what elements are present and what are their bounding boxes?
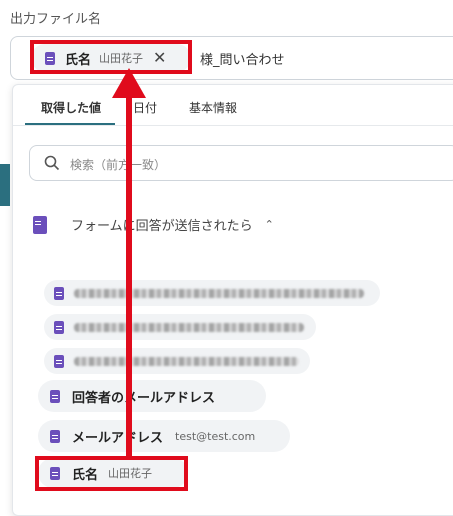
highlight-box-list-item bbox=[35, 456, 188, 491]
blurred-label bbox=[74, 356, 299, 366]
list-item-respondent-email[interactable]: 回答者のメールアドレス bbox=[38, 380, 266, 412]
highlight-box-token bbox=[30, 40, 192, 74]
tab-basic-info[interactable]: 基本情報 bbox=[189, 99, 237, 116]
trigger-group-title: フォームに回答が送信されたら bbox=[71, 219, 253, 234]
blurred-label bbox=[74, 322, 304, 332]
google-forms-icon bbox=[33, 215, 47, 234]
list-item-label: メールアドレス bbox=[72, 430, 164, 446]
trigger-group-header[interactable]: フォームに回答が送信されたら ⌃ bbox=[33, 215, 274, 234]
list-item[interactable] bbox=[44, 280, 380, 306]
search-placeholder: 検索（前方一致） bbox=[70, 158, 167, 172]
tab-date[interactable]: 日付 bbox=[133, 99, 157, 116]
list-item-label: 回答者のメールアドレス bbox=[72, 390, 216, 406]
google-forms-icon bbox=[54, 354, 64, 368]
background-accent bbox=[0, 164, 10, 206]
google-forms-icon bbox=[50, 389, 60, 403]
list-item[interactable] bbox=[44, 348, 310, 374]
search-icon bbox=[44, 155, 60, 171]
list-item-email[interactable]: メールアドレス test@test.com bbox=[38, 420, 290, 452]
tab-acquired-values[interactable]: 取得した値 bbox=[41, 99, 101, 116]
list-item-value: test@test.com bbox=[175, 429, 256, 443]
search-input[interactable]: 検索（前方一致） bbox=[29, 145, 453, 181]
output-filename-label: 出力ファイル名 bbox=[10, 12, 102, 27]
google-forms-icon bbox=[50, 429, 60, 443]
list-item[interactable] bbox=[44, 314, 316, 340]
tabs-divider bbox=[13, 125, 453, 126]
chevron-up-icon[interactable]: ⌃ bbox=[265, 218, 274, 231]
google-forms-icon bbox=[54, 286, 64, 300]
blurred-label bbox=[74, 288, 364, 298]
google-forms-icon bbox=[54, 320, 64, 334]
filename-suffix-text: 様_問い合わせ bbox=[200, 53, 285, 68]
